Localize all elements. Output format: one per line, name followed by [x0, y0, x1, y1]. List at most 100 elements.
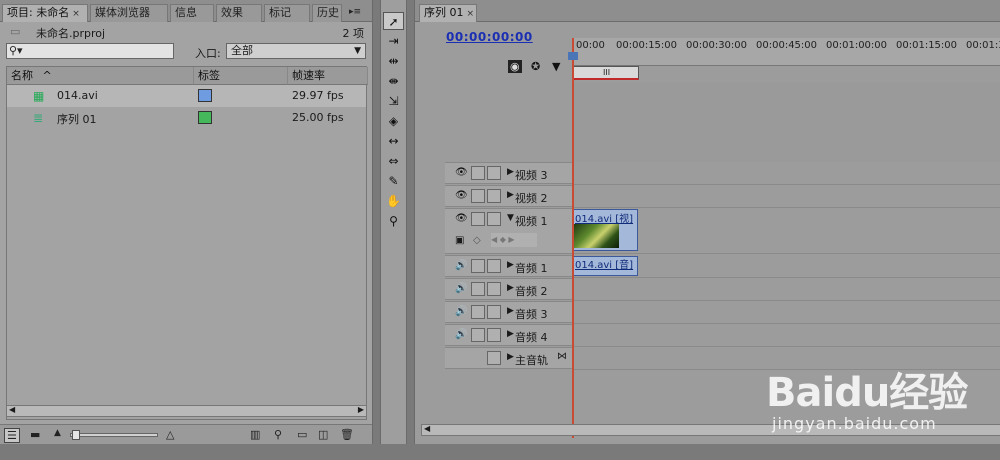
keyframe-toggle-icon[interactable]: ◇	[473, 235, 481, 246]
track-audio-2[interactable]	[572, 278, 1000, 301]
slip-tool-icon[interactable]: ↔	[383, 132, 404, 150]
panel-menu-icon[interactable]: ▸≡	[346, 5, 364, 19]
zoom-slider-handle[interactable]	[72, 430, 80, 440]
snap-icon[interactable]: ◉	[508, 60, 522, 73]
ripple-edit-tool-icon[interactable]: ⇹	[383, 52, 404, 70]
expand-triangle-icon[interactable]: ▶	[507, 329, 514, 339]
list-item[interactable]: ▦ 014.avi 29.97 fps	[7, 85, 366, 107]
track-video-1[interactable]: 014.avi [视]	[572, 208, 1000, 254]
selection-tool-icon[interactable]: ➚	[383, 12, 404, 30]
collapse-triangle-icon[interactable]: ▼	[507, 213, 514, 223]
entry-label: 入口:	[195, 47, 221, 60]
zoom-slider[interactable]	[70, 433, 158, 437]
track-audio-1[interactable]: 014.avi [音]	[572, 255, 1000, 278]
expand-triangle-icon[interactable]: ▶	[507, 167, 514, 177]
tab-history[interactable]: 历史	[312, 4, 342, 22]
project-panel: 项目: 未命名 × 媒体浏览器 信息 效果 标记 历史 ▸≡ ▭ 未命名.prpr…	[0, 0, 373, 444]
track-lock-icon[interactable]	[487, 282, 501, 296]
time-ruler[interactable]: 00:00 00:00:15:00 00:00:30:00 00:00:45:0…	[572, 38, 1000, 66]
track-name: 视频 1	[515, 215, 548, 228]
playhead-marker-icon[interactable]	[568, 52, 578, 60]
close-icon[interactable]: ×	[72, 9, 80, 19]
keyframe-navigator[interactable]: ◀ ◆ ▶	[491, 233, 537, 247]
column-framerate[interactable]: 帧速率	[288, 67, 368, 85]
search-icon[interactable]: ⚲▾	[9, 44, 23, 58]
slide-tool-icon[interactable]: ⇔	[383, 152, 404, 170]
link-icon[interactable]: ✪	[531, 60, 540, 73]
tab-media-browser[interactable]: 媒体浏览器	[90, 4, 168, 22]
rate-stretch-tool-icon[interactable]: ⇲	[383, 92, 404, 110]
output-icon[interactable]: ⋈	[557, 351, 567, 362]
expand-triangle-icon[interactable]: ▶	[507, 352, 514, 362]
zoom-in-icon[interactable]: △	[166, 428, 174, 441]
tab-info[interactable]: 信息	[170, 4, 214, 22]
track-video-3[interactable]	[572, 162, 1000, 185]
speaker-icon[interactable]: 🔊	[455, 306, 469, 318]
tab-effects[interactable]: 效果	[216, 4, 262, 22]
track-audio-4[interactable]	[572, 324, 1000, 347]
icon-view-icon[interactable]: ▬	[30, 428, 40, 441]
new-item-icon[interactable]: ◫	[318, 428, 328, 441]
add-marker-icon[interactable]: ▼	[552, 60, 560, 73]
sync-lock-icon[interactable]	[471, 212, 485, 226]
display-style-icon[interactable]: ▣	[455, 235, 464, 246]
automate-icon[interactable]: ▥	[250, 428, 260, 441]
expand-triangle-icon[interactable]: ▶	[507, 260, 514, 270]
sync-lock-icon[interactable]	[471, 166, 485, 180]
video-clip[interactable]: 014.avi [视]	[572, 209, 638, 251]
baidu-logo: Baidu经验	[766, 360, 968, 418]
zoom-tool-icon[interactable]: ⚲	[383, 212, 404, 230]
column-name[interactable]: 名称 ^	[7, 67, 194, 85]
expand-triangle-icon[interactable]: ▶	[507, 306, 514, 316]
tab-sequence-01[interactable]: 序列 01 ×	[419, 4, 477, 22]
track-lock-icon[interactable]	[487, 259, 501, 273]
rolling-edit-tool-icon[interactable]: ⇼	[383, 72, 404, 90]
scroll-left-icon[interactable]: ◀	[424, 424, 430, 433]
sync-lock-icon[interactable]	[471, 328, 485, 342]
work-area-bar[interactable]: III	[572, 66, 639, 80]
list-item[interactable]: ≣ 序列 01 25.00 fps	[7, 107, 366, 129]
sync-lock-icon[interactable]	[471, 305, 485, 319]
find-icon[interactable]: ⚲	[274, 428, 282, 441]
playhead-line[interactable]	[572, 38, 574, 438]
current-timecode[interactable]: 00:00:00:00	[446, 30, 533, 44]
audio-clip[interactable]: 014.avi [音]	[572, 256, 638, 276]
eye-icon[interactable]: 👁	[455, 167, 469, 179]
track-lock-icon[interactable]	[487, 212, 501, 226]
search-input[interactable]: ⚲▾	[6, 43, 174, 59]
track-lock-icon[interactable]	[487, 166, 501, 180]
hand-tool-icon[interactable]: ✋	[383, 192, 404, 210]
expand-triangle-icon[interactable]: ▶	[507, 283, 514, 293]
project-horizontal-scrollbar[interactable]: ◀ ▶	[6, 405, 367, 417]
pen-tool-icon[interactable]: ✎	[383, 172, 404, 190]
track-video-2[interactable]	[572, 185, 1000, 208]
razor-tool-icon[interactable]: ◈	[383, 112, 404, 130]
sync-lock-icon[interactable]	[471, 259, 485, 273]
new-bin-icon[interactable]: ▭	[297, 428, 307, 441]
scroll-right-icon[interactable]: ▶	[358, 405, 364, 414]
sync-lock-icon[interactable]	[471, 189, 485, 203]
entry-dropdown[interactable]: 全部 ▼	[226, 43, 366, 59]
eye-icon[interactable]: 👁	[455, 190, 469, 202]
scroll-left-icon[interactable]: ◀	[9, 405, 15, 414]
track-lock-icon[interactable]	[487, 328, 501, 342]
eye-icon[interactable]: 👁	[455, 213, 469, 225]
trash-icon[interactable]: 🗑	[340, 428, 354, 441]
speaker-icon[interactable]: 🔊	[455, 283, 469, 295]
tab-project[interactable]: 项目: 未命名 ×	[2, 4, 88, 22]
track-select-tool-icon[interactable]: ⇥	[383, 32, 404, 50]
expand-triangle-icon[interactable]: ▶	[507, 190, 514, 200]
column-label[interactable]: 标签	[194, 67, 288, 85]
tab-markers[interactable]: 标记	[264, 4, 310, 22]
speaker-icon[interactable]: 🔊	[455, 329, 469, 341]
track-lock-icon[interactable]	[487, 305, 501, 319]
track-lock-icon[interactable]	[487, 189, 501, 203]
close-icon[interactable]: ×	[467, 9, 475, 19]
track-audio-3[interactable]	[572, 301, 1000, 324]
tab-project-label: 项目: 未命名	[7, 6, 70, 19]
speaker-icon[interactable]: 🔊	[455, 260, 469, 272]
track-lock-icon[interactable]	[487, 351, 501, 365]
list-view-icon[interactable]: ☰	[4, 428, 20, 443]
sync-lock-icon[interactable]	[471, 282, 485, 296]
zoom-out-icon[interactable]: ▲	[54, 428, 61, 438]
